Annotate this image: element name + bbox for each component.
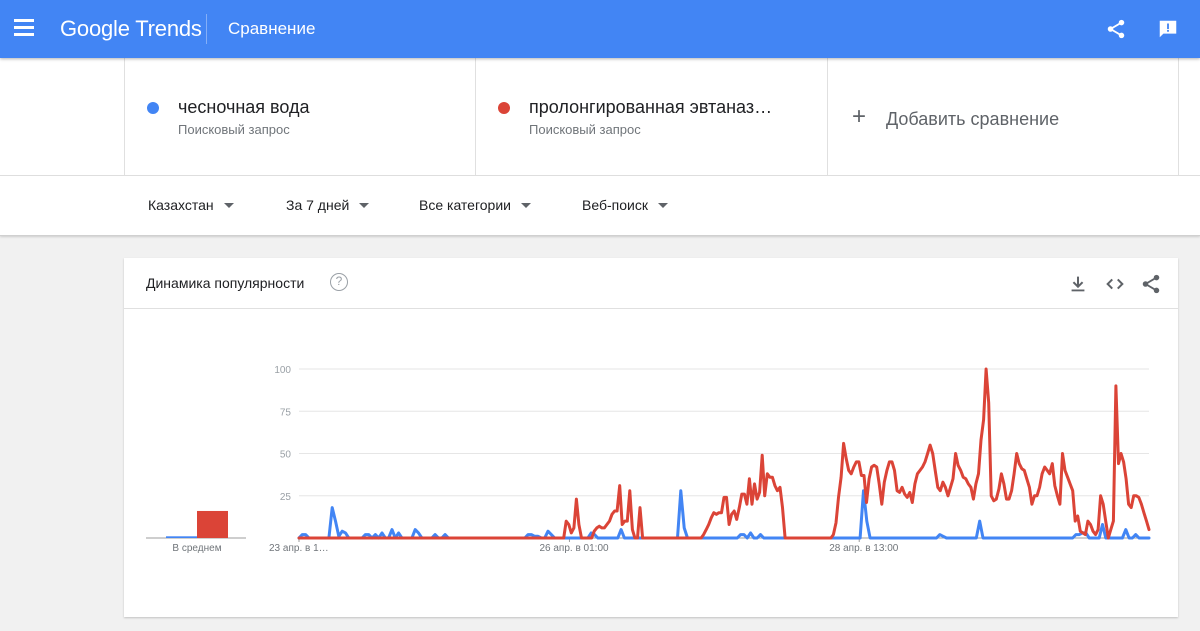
menu-icon[interactable]	[14, 19, 34, 37]
term-type: Поисковый запрос	[178, 122, 290, 137]
filter-bar: Казахстан За 7 дней Все категории Веб-по…	[0, 176, 1200, 236]
y-tick-label: 75	[280, 407, 292, 418]
term-color-dot	[498, 102, 510, 114]
filter-label: Все категории	[419, 197, 511, 213]
dropdown-arrow-icon	[520, 202, 531, 208]
x-tick-label: 26 апр. в 01:00	[539, 543, 609, 554]
help-icon[interactable]: ?	[330, 273, 348, 291]
y-tick-label: 25	[280, 492, 292, 503]
card-divider	[124, 308, 1178, 309]
add-comparison-button[interactable]: + Добавить сравнение	[827, 58, 1179, 176]
top-app-bar: Google Trends Сравнение	[0, 0, 1200, 58]
add-comparison-label: Добавить сравнение	[886, 109, 1060, 129]
share-icon[interactable]	[1105, 18, 1127, 40]
y-tick-label: 50	[280, 450, 292, 461]
download-icon[interactable]	[1067, 273, 1089, 295]
term-color-dot	[147, 102, 159, 114]
filter-category[interactable]: Все категории	[419, 197, 531, 213]
filter-label: За 7 дней	[286, 197, 350, 213]
term-name: пролонгированная эвтаназ…	[529, 97, 773, 117]
feedback-icon[interactable]	[1157, 18, 1179, 40]
filter-region[interactable]: Казахстан	[148, 197, 234, 213]
filter-label: Казахстан	[148, 197, 214, 213]
term-card-2[interactable]: пролонгированная эвтаназ… Поисковый запр…	[475, 58, 827, 176]
term-type: Поисковый запрос	[529, 122, 641, 137]
filter-label: Веб-поиск	[582, 197, 648, 213]
average-bar	[166, 536, 197, 538]
share-icon[interactable]	[1140, 273, 1162, 295]
google-trends-logo[interactable]: Google Trends	[60, 16, 202, 42]
average-label: В среднем	[172, 543, 221, 554]
term-card-1[interactable]: чесночная вода Поисковый запрос	[124, 58, 475, 176]
dropdown-arrow-icon	[223, 202, 234, 208]
filter-search-type[interactable]: Веб-поиск	[582, 197, 668, 213]
term-name: чесночная вода	[178, 97, 310, 117]
x-tick-label: 28 апр. в 13:00	[829, 543, 899, 554]
header-divider	[206, 14, 207, 44]
average-bar	[197, 510, 228, 538]
interest-over-time-chart: 100 75 50 25 В среднем 23 апр. в 1… 26 апр. в …	[146, 365, 1151, 554]
page-title: Сравнение	[228, 19, 316, 38]
card-title: Динамика популярности	[146, 275, 305, 291]
dropdown-arrow-icon	[657, 202, 668, 208]
comparison-terms-panel: чесночная вода Поисковый запрос пролонги…	[0, 58, 1200, 176]
x-tick-label: 23 апр. в 1…	[269, 543, 329, 554]
dropdown-arrow-icon	[359, 202, 370, 208]
y-tick-label: 100	[274, 365, 291, 376]
plus-icon: +	[852, 103, 867, 130]
interest-over-time-card: 100 75 50 25 В среднем 23 апр. в 1… 26 апр. в …	[124, 258, 1178, 617]
filter-time-range[interactable]: За 7 дней	[286, 197, 370, 213]
embed-icon[interactable]	[1104, 273, 1126, 295]
